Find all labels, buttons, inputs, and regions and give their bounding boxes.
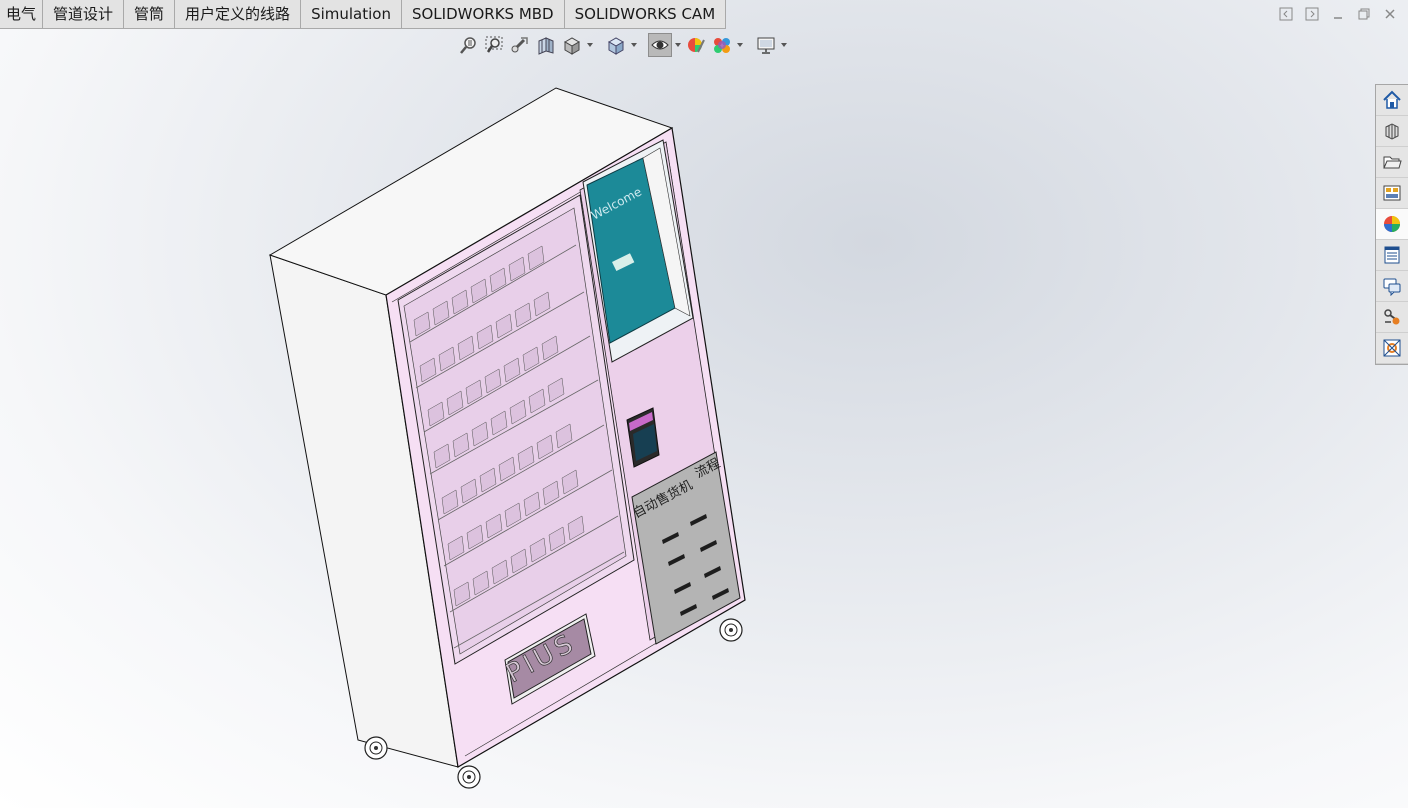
vending-machine-model[interactable]: Welcome 自动售货机 流程 PIUS xyxy=(0,0,1408,808)
caster-wheel xyxy=(364,736,388,760)
caster-wheel xyxy=(457,765,481,789)
caster-wheel xyxy=(719,618,743,642)
